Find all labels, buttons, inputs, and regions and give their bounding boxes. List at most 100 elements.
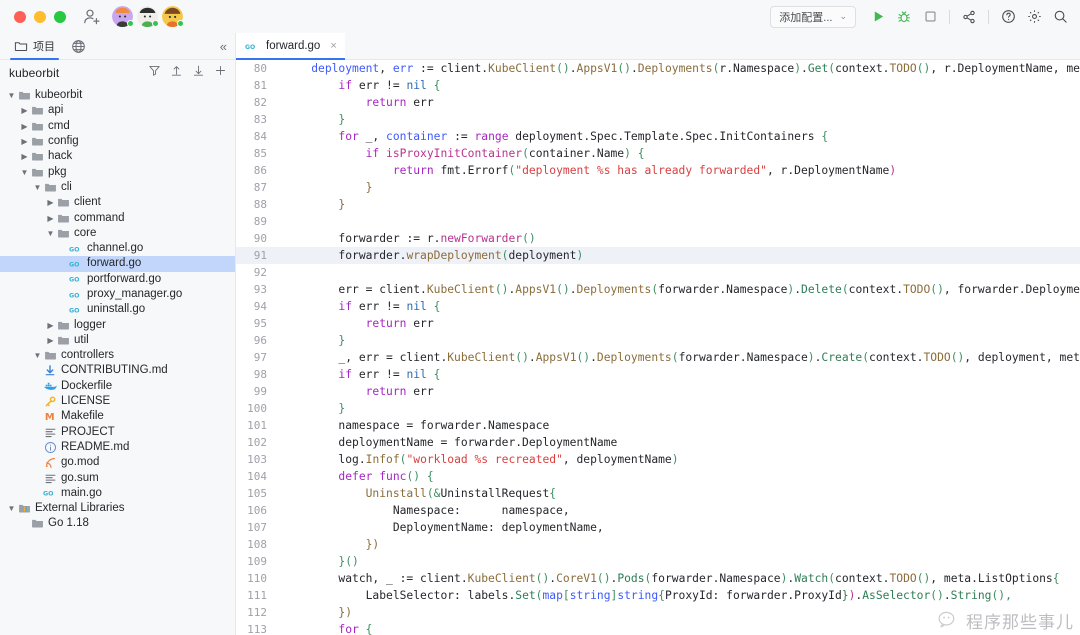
code-viewport[interactable]: 80 deployment, err := client.KubeClient(… bbox=[236, 60, 1080, 635]
add-person-icon[interactable] bbox=[82, 7, 102, 27]
chevron-right-icon[interactable]: ▶ bbox=[45, 321, 56, 330]
code-line[interactable]: 89 bbox=[236, 213, 1080, 230]
tree-item[interactable]: GO channel.go bbox=[0, 241, 235, 256]
minimize-window-button[interactable] bbox=[34, 10, 46, 23]
tree-item[interactable]: ▼ pkg bbox=[0, 164, 235, 179]
tree-item[interactable]: ▶ api bbox=[0, 103, 235, 118]
tree-item[interactable]: GO proxy_manager.go bbox=[0, 287, 235, 302]
code-line[interactable]: 88 } bbox=[236, 196, 1080, 213]
avatar[interactable] bbox=[137, 6, 159, 27]
chevron-right-icon[interactable]: ▶ bbox=[19, 152, 30, 161]
code-line[interactable]: 94 if err != nil { bbox=[236, 298, 1080, 315]
code-line[interactable]: 113 for { bbox=[236, 621, 1080, 635]
code-line[interactable]: 100 } bbox=[236, 400, 1080, 417]
run-configuration-selector[interactable]: 添加配置... ⌄ bbox=[770, 5, 856, 28]
chevron-down-icon[interactable]: ▼ bbox=[45, 229, 56, 238]
code-line[interactable]: 99 return err bbox=[236, 383, 1080, 400]
code-line[interactable]: 103 log.Infof("workload %s recreated", d… bbox=[236, 451, 1080, 468]
editor-tab-forward-go[interactable]: GO forward.go × bbox=[236, 33, 345, 60]
code-line[interactable]: 90 forwarder := r.newForwarder() bbox=[236, 230, 1080, 247]
tree-item[interactable]: ▼ cli bbox=[0, 180, 235, 195]
debug-button[interactable] bbox=[892, 5, 916, 29]
code-line[interactable]: 82 return err bbox=[236, 94, 1080, 111]
code-line[interactable]: 81 if err != nil { bbox=[236, 77, 1080, 94]
code-line[interactable]: 112 }) bbox=[236, 604, 1080, 621]
tree-item[interactable]: ▶ command bbox=[0, 210, 235, 225]
tree-item[interactable]: PROJECT bbox=[0, 425, 235, 440]
tree-item[interactable]: go.mod bbox=[0, 455, 235, 470]
code-line[interactable]: 84 for _, container := range deployment.… bbox=[236, 128, 1080, 145]
tree-item[interactable]: Go 1.18 bbox=[0, 516, 235, 531]
code-line[interactable]: 91 forwarder.wrapDeployment(deployment) bbox=[236, 247, 1080, 264]
code-line[interactable]: 87 } bbox=[236, 179, 1080, 196]
tree-item[interactable]: GO main.go bbox=[0, 486, 235, 501]
code-line[interactable]: 101 namespace = forwarder.Namespace bbox=[236, 417, 1080, 434]
close-window-button[interactable] bbox=[14, 10, 26, 23]
stop-button[interactable] bbox=[918, 5, 942, 29]
code-line[interactable]: 86 return fmt.Errorf("deployment %s has … bbox=[236, 162, 1080, 179]
tree-item[interactable]: Dockerfile bbox=[0, 379, 235, 394]
chevron-down-icon[interactable]: ▼ bbox=[32, 351, 43, 360]
sidebar-tab-project[interactable]: 项目 bbox=[6, 33, 63, 60]
project-tree[interactable]: ▼ kubeorbit ▶ api ▶ cmd ▶ config ▶ hack ▼ pkg ▼ cli ▶ c… bbox=[0, 86, 235, 635]
code-line[interactable]: 85 if isProxyInitContainer(container.Nam… bbox=[236, 145, 1080, 162]
code-line[interactable]: 93 err = client.KubeClient().AppsV1().De… bbox=[236, 281, 1080, 298]
code-line[interactable]: 83 } bbox=[236, 111, 1080, 128]
tree-item[interactable]: CONTRIBUTING.md bbox=[0, 363, 235, 378]
code-line[interactable]: 106 Namespace: namespace, bbox=[236, 502, 1080, 519]
code-line[interactable]: 102 deploymentName = forwarder.Deploymen… bbox=[236, 434, 1080, 451]
tree-item[interactable]: ▶ hack bbox=[0, 149, 235, 164]
chevron-right-icon[interactable]: ▶ bbox=[19, 122, 30, 131]
tree-item[interactable]: ▶ util bbox=[0, 333, 235, 348]
tree-item[interactable]: ▼ kubeorbit bbox=[0, 88, 235, 103]
chevron-right-icon[interactable]: ▶ bbox=[19, 137, 30, 146]
tree-item[interactable]: ▶ config bbox=[0, 134, 235, 149]
tree-item[interactable]: GO uninstall.go bbox=[0, 302, 235, 317]
code-line[interactable]: 98 if err != nil { bbox=[236, 366, 1080, 383]
chevron-right-icon[interactable]: ▶ bbox=[19, 106, 30, 115]
avatar[interactable] bbox=[112, 6, 134, 27]
code-line[interactable]: 96 } bbox=[236, 332, 1080, 349]
tree-item[interactable]: LICENSE bbox=[0, 394, 235, 409]
chevron-right-icon[interactable]: ▶ bbox=[45, 336, 56, 345]
code-line[interactable]: 92 bbox=[236, 264, 1080, 281]
expand-all-icon[interactable] bbox=[192, 64, 205, 82]
run-button[interactable] bbox=[866, 5, 890, 29]
chevron-right-icon[interactable]: ▶ bbox=[45, 214, 56, 223]
chevron-down-icon[interactable]: ▼ bbox=[19, 168, 30, 177]
tree-item[interactable]: GO portforward.go bbox=[0, 272, 235, 287]
code-line[interactable]: 111 LabelSelector: labels.Set(map[string… bbox=[236, 587, 1080, 604]
tree-item[interactable]: ▶ client bbox=[0, 195, 235, 210]
avatar[interactable] bbox=[162, 6, 184, 27]
code-line[interactable]: 109 }() bbox=[236, 553, 1080, 570]
tree-item[interactable]: ▶ logger bbox=[0, 317, 235, 332]
code-line[interactable]: 105 Uninstall(&UninstallRequest{ bbox=[236, 485, 1080, 502]
share-button[interactable] bbox=[957, 5, 981, 29]
code-line[interactable]: 80 deployment, err := client.KubeClient(… bbox=[236, 60, 1080, 77]
tree-item[interactable]: README.md bbox=[0, 440, 235, 455]
code-line[interactable]: 108 }) bbox=[236, 536, 1080, 553]
tree-item[interactable]: ▼ core bbox=[0, 226, 235, 241]
close-icon[interactable]: × bbox=[330, 40, 336, 52]
chevron-down-icon[interactable]: ▼ bbox=[6, 91, 17, 100]
code-line[interactable]: 107 DeploymentName: deploymentName, bbox=[236, 519, 1080, 536]
code-line[interactable]: 110 watch, _ := client.KubeClient().Core… bbox=[236, 570, 1080, 587]
tree-item[interactable]: M Makefile bbox=[0, 409, 235, 424]
code-line[interactable]: 97 _, err = client.KubeClient().AppsV1()… bbox=[236, 349, 1080, 366]
add-icon[interactable] bbox=[214, 64, 227, 82]
filter-icon[interactable] bbox=[148, 64, 161, 82]
help-button[interactable] bbox=[996, 5, 1020, 29]
chevron-down-icon[interactable]: ▼ bbox=[32, 183, 43, 192]
tree-item[interactable]: ▼ controllers bbox=[0, 348, 235, 363]
search-icon[interactable] bbox=[1048, 5, 1072, 29]
sidebar-tab-web[interactable] bbox=[63, 33, 94, 59]
tree-item[interactable]: GO forward.go bbox=[0, 256, 235, 272]
chevron-down-icon[interactable]: ▼ bbox=[6, 504, 17, 513]
tree-item[interactable]: ▼ External Libraries bbox=[0, 501, 235, 516]
chevron-right-icon[interactable]: ▶ bbox=[45, 198, 56, 207]
code-line[interactable]: 95 return err bbox=[236, 315, 1080, 332]
tree-item[interactable]: ▶ cmd bbox=[0, 119, 235, 134]
maximize-window-button[interactable] bbox=[54, 10, 66, 23]
code-line[interactable]: 104 defer func() { bbox=[236, 468, 1080, 485]
collapse-all-icon[interactable] bbox=[170, 64, 183, 82]
